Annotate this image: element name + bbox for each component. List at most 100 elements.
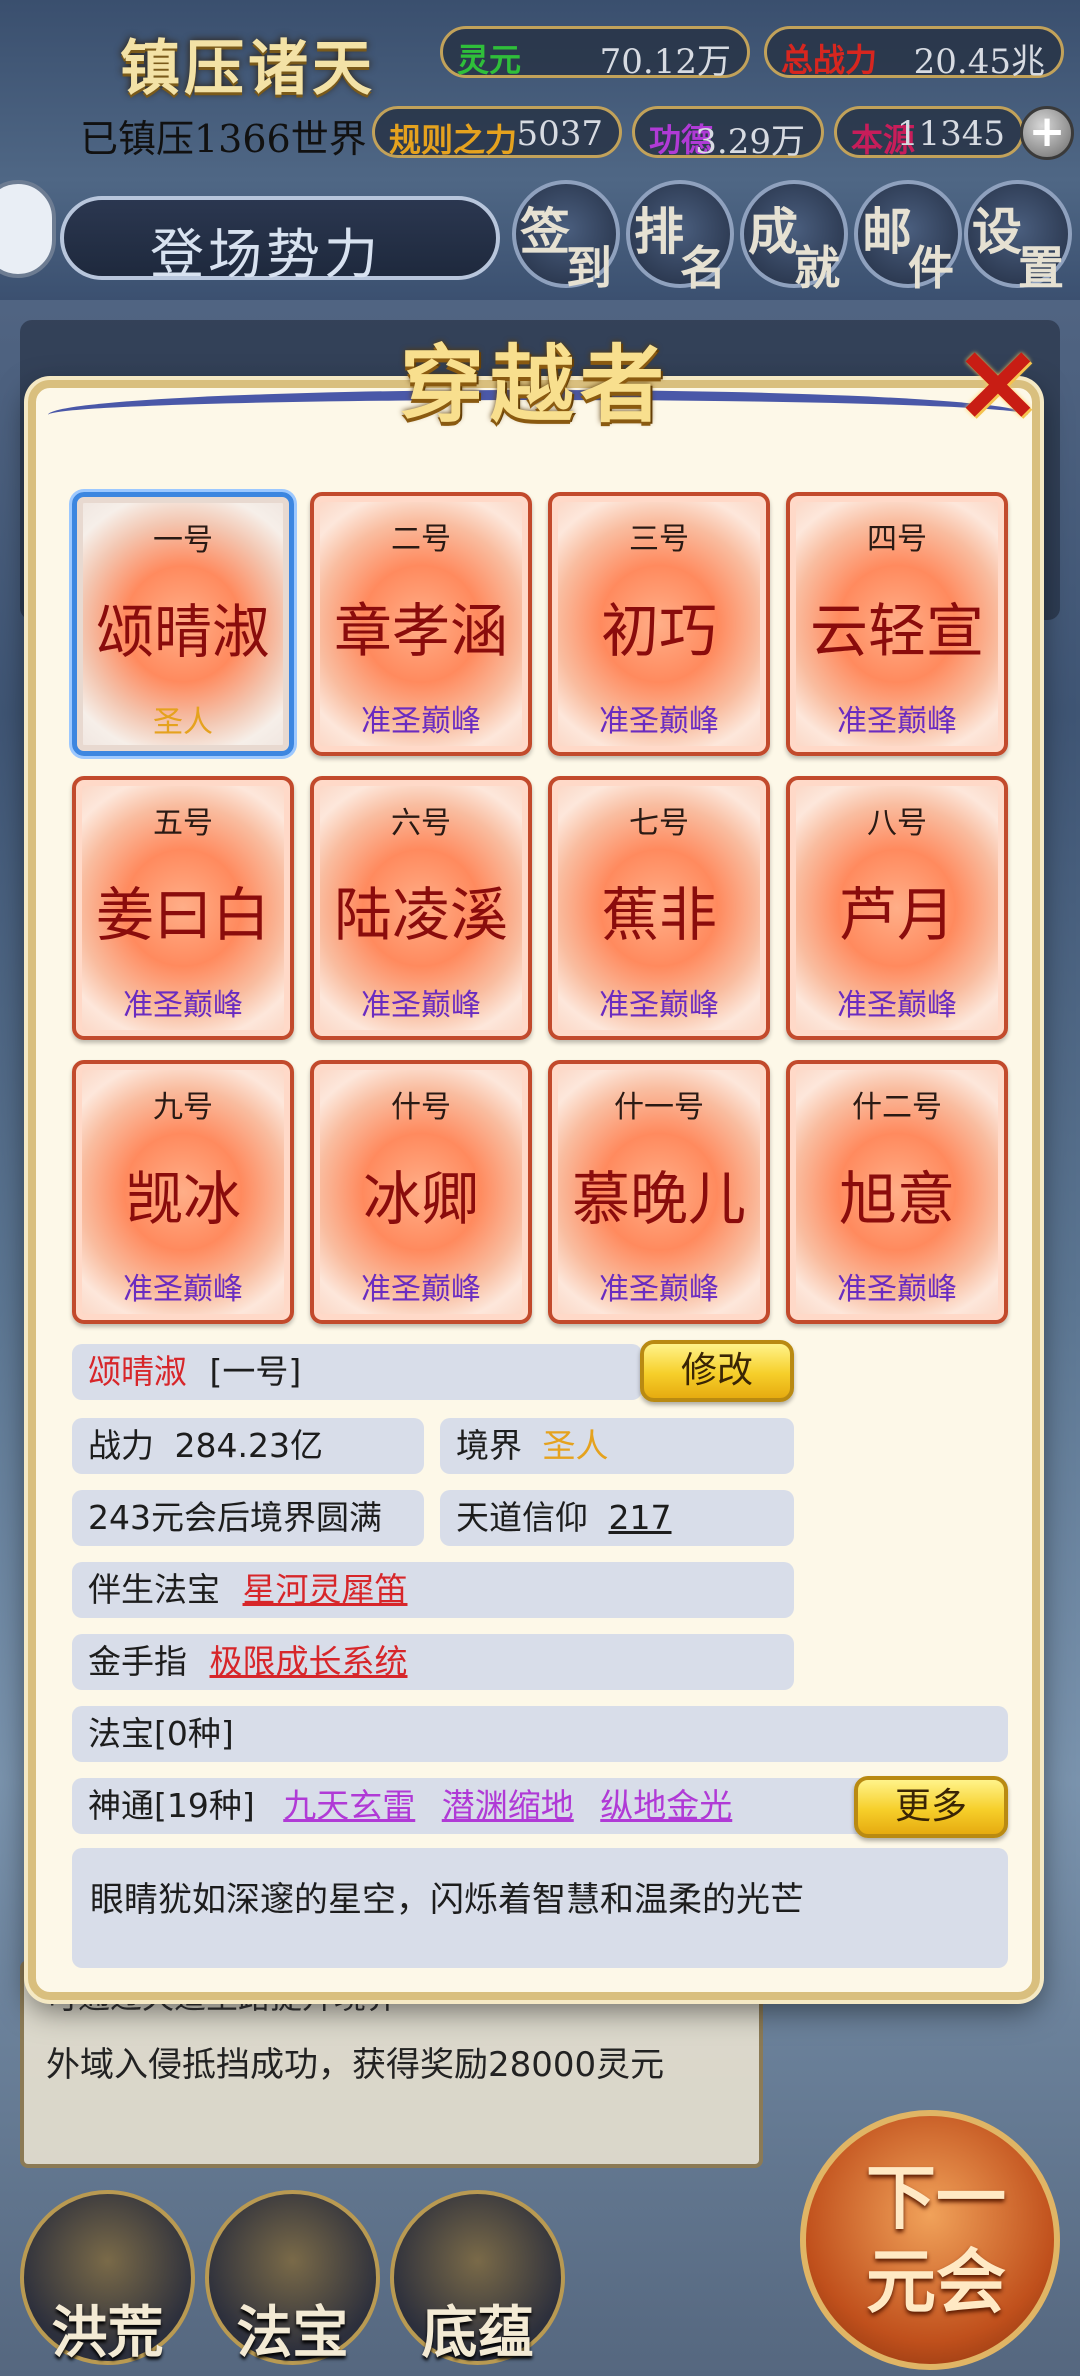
chat-icon[interactable] <box>0 180 56 278</box>
menu-char: 签 <box>520 202 570 261</box>
card-number: 什二号 <box>852 1090 942 1125</box>
card-name: 颂晴淑 <box>95 598 270 666</box>
faction-button[interactable]: 登场势力 <box>60 196 500 286</box>
card-realm: 准圣巅峰 <box>361 704 481 739</box>
detail-name-row: 颂晴淑 [一号] <box>72 1344 642 1400</box>
edit-button[interactable]: 修改 <box>640 1340 794 1402</box>
close-icon[interactable]: × <box>950 326 1046 436</box>
detail-name: 颂晴淑 <box>88 1352 187 1391</box>
stat-origin[interactable]: 本源 11345 <box>834 106 1024 159</box>
skill-link[interactable]: 九天玄雷 <box>283 1786 415 1825</box>
traveler-card-6[interactable]: 六号 陆凌溪 准圣巅峰 <box>310 776 532 1040</box>
card-number: 六号 <box>391 806 451 841</box>
stat-value: 11345 <box>896 114 1005 154</box>
menu-char: 就 <box>794 241 840 295</box>
detail-treasure-row[interactable]: 法宝[0种] <box>72 1706 1008 1762</box>
stat-merit[interactable]: 功德 3.29万 <box>632 106 824 162</box>
menu-char: 排 <box>634 202 684 261</box>
card-realm: 准圣巅峰 <box>837 1272 957 1307</box>
card-realm: 准圣巅峰 <box>599 1272 719 1307</box>
conquered-count: 已镇压1366世界 <box>80 117 367 161</box>
traveler-card-3[interactable]: 三号 初巧 准圣巅峰 <box>548 492 770 756</box>
traveler-card-1[interactable]: 一号 颂晴淑 圣人 <box>72 492 294 756</box>
detail-cheat-row: 金手指 极限成长系统 <box>72 1634 794 1690</box>
card-realm: 准圣巅峰 <box>599 988 719 1023</box>
detail-faith-row: 天道信仰 217 <box>440 1490 794 1546</box>
card-name: 慕晚儿 <box>571 1165 746 1233</box>
traveler-card-11[interactable]: 什一号 慕晚儿 准圣巅峰 <box>548 1060 770 1324</box>
realm-label: 境界 <box>456 1426 522 1465</box>
card-realm: 准圣巅峰 <box>837 988 957 1023</box>
companion-link[interactable]: 星河灵犀笛 <box>243 1570 408 1609</box>
traveler-card-7[interactable]: 七号 蕉非 准圣巅峰 <box>548 776 770 1040</box>
companion-label: 伴生法宝 <box>88 1570 220 1609</box>
traveler-card-10[interactable]: 什号 冰卿 准圣巅峰 <box>310 1060 532 1324</box>
traveler-card-12[interactable]: 什二号 旭意 准圣巅峰 <box>786 1060 1008 1324</box>
traveler-card-4[interactable]: 四号 云轻宣 准圣巅峰 <box>786 492 1008 756</box>
menu-char: 件 <box>908 241 954 295</box>
dialog-title: 穿越者 <box>400 335 671 434</box>
traveler-card-9[interactable]: 九号 觊冰 准圣巅峰 <box>72 1060 294 1324</box>
ranking-button[interactable]: 排 名 <box>626 180 734 295</box>
card-name: 旭意 <box>838 1165 955 1233</box>
card-number: 五号 <box>153 806 213 841</box>
card-name: 陆凌溪 <box>333 881 508 949</box>
menu-char: 邮 <box>862 202 912 261</box>
add-resource-button[interactable]: + <box>1020 106 1074 160</box>
skills-label: 神通[19种] <box>88 1786 255 1825</box>
mail-button[interactable]: 邮 件 <box>854 180 962 295</box>
stat-total-power[interactable]: 总战力 20.45兆 <box>764 26 1064 82</box>
stat-value: 20.45兆 <box>913 42 1045 82</box>
next-era-button[interactable]: 下一元会 <box>800 2110 1060 2370</box>
log-latest-line: 外域入侵抵挡成功，获得奖励28000灵元 <box>46 2045 665 2085</box>
traveler-card-5[interactable]: 五号 姜曰白 准圣巅峰 <box>72 776 294 1040</box>
stat-value: 70.12万 <box>599 42 731 82</box>
skill-link[interactable]: 潜渊缩地 <box>442 1786 574 1825</box>
card-number: 九号 <box>153 1090 213 1125</box>
detail-companion-row: 伴生法宝 星河灵犀笛 <box>72 1562 794 1618</box>
detail-realm-row: 境界 圣人 <box>440 1418 794 1474</box>
heritage-button[interactable]: 底蕴 <box>390 2190 565 2366</box>
power-label: 战力 <box>88 1426 154 1465</box>
more-button[interactable]: 更多 <box>854 1776 1008 1838</box>
treasure-text: 法宝[0种] <box>88 1714 234 1753</box>
card-realm: 准圣巅峰 <box>361 988 481 1023</box>
faith-value[interactable]: 217 <box>609 1498 672 1537</box>
settings-button[interactable]: 设 置 <box>964 180 1072 295</box>
stat-lingyuan[interactable]: 灵元 70.12万 <box>440 26 750 82</box>
menu-char: 成 <box>748 202 798 261</box>
card-realm: 准圣巅峰 <box>123 988 243 1023</box>
honghuang-button[interactable]: 洪荒 <box>20 2190 195 2366</box>
realm-value: 圣人 <box>542 1426 609 1465</box>
description-text: 眼睛犹如深邃的星空，闪烁着智慧和温柔的光芒 <box>90 1880 804 1920</box>
cheat-link[interactable]: 极限成长系统 <box>210 1642 408 1681</box>
card-realm: 准圣巅峰 <box>123 1272 243 1307</box>
skill-link[interactable]: 纵地金光 <box>600 1786 732 1825</box>
signin-button[interactable]: 签 到 <box>512 180 620 295</box>
card-realm: 准圣巅峰 <box>361 1272 481 1307</box>
stat-label: 总战力 <box>781 41 878 79</box>
card-name: 蕉非 <box>600 881 717 949</box>
traveler-card-8[interactable]: 八号 芦月 准圣巅峰 <box>786 776 1008 1040</box>
card-number: 八号 <box>867 806 927 841</box>
menu-char: 名 <box>680 241 726 295</box>
stat-rule-power[interactable]: 规则之力 5037 <box>372 106 622 159</box>
detail-perfection-row: 243元会后境界圆满 <box>72 1490 424 1546</box>
perfection-text: 243元会后境界圆满 <box>88 1498 382 1537</box>
treasure-button[interactable]: 法宝 <box>205 2190 380 2366</box>
bottom-label: 法宝 <box>236 2300 349 2366</box>
card-name: 章孝涵 <box>333 597 508 665</box>
bottom-label: 洪荒 <box>51 2300 164 2366</box>
card-number: 七号 <box>629 806 689 841</box>
stat-label: 灵元 <box>457 41 522 79</box>
card-realm: 圣人 <box>153 705 213 740</box>
card-number: 三号 <box>629 522 689 557</box>
stat-label: 规则之力 <box>389 121 518 159</box>
achievement-button[interactable]: 成 就 <box>740 180 848 295</box>
card-name: 芦月 <box>838 881 955 949</box>
bottom-label: 底蕴 <box>421 2300 534 2366</box>
traveler-card-2[interactable]: 二号 章孝涵 准圣巅峰 <box>310 492 532 756</box>
faith-label: 天道信仰 <box>456 1498 588 1537</box>
detail-power-row: 战力 284.23亿 <box>72 1418 424 1474</box>
card-number: 什号 <box>391 1090 451 1125</box>
